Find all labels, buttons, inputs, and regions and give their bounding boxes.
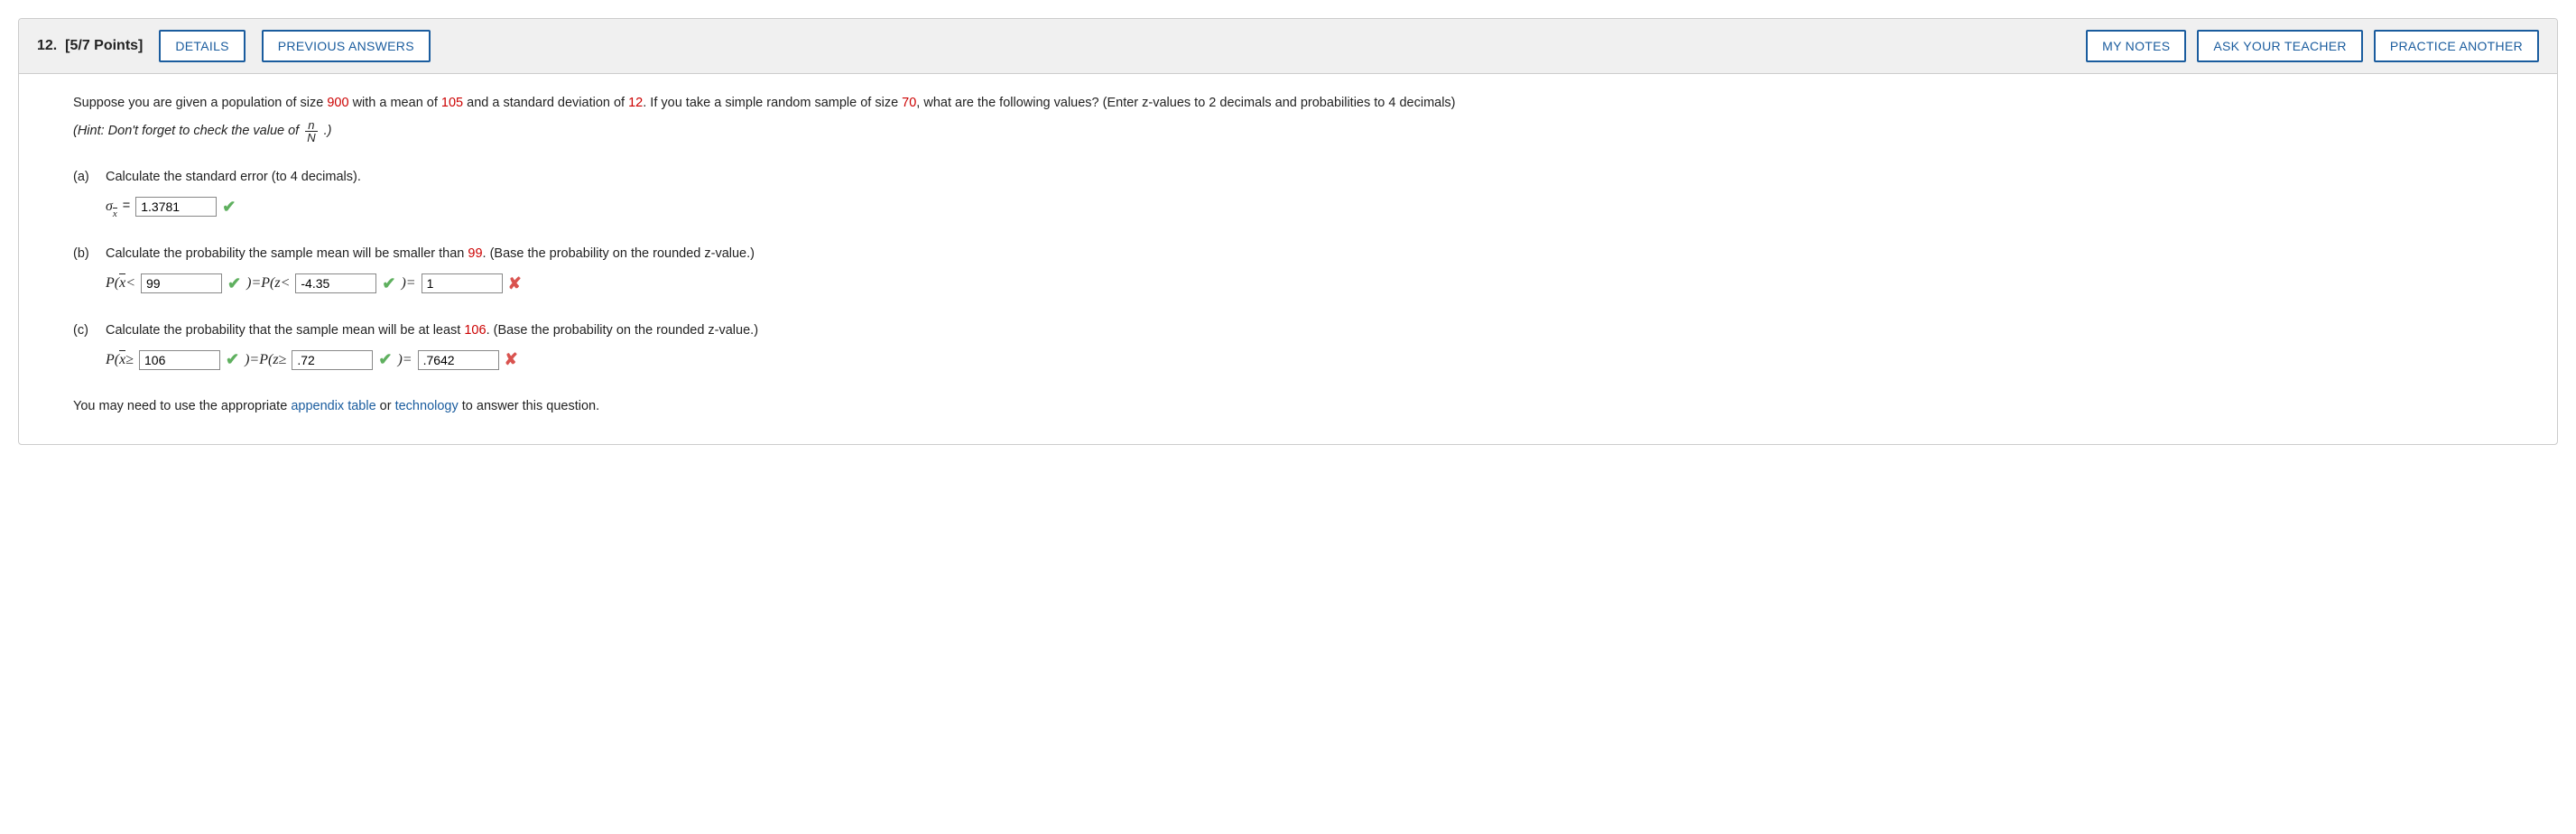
check-icon: ✔ [382,272,395,296]
check-icon: ✔ [226,348,239,372]
part-b-input-1[interactable] [141,273,222,293]
part-c-q-pre: Calculate the probability that the sampl… [106,323,464,338]
part-c-mid1: )=P(z≥ [245,349,286,371]
details-button[interactable]: DETAILS [159,30,245,62]
question-number: 12. [5/7 Points] [37,38,143,54]
footer-pre: You may need to use the appropriate [73,399,291,413]
part-c-q-post: . (Base the probability on the rounded z… [486,323,758,338]
part-a-input[interactable] [135,197,217,217]
intro-sd: 12 [628,96,643,110]
part-c-input-3[interactable] [418,350,499,370]
part-a-answer-row: σx = ✔ [106,195,2503,219]
part-b-mid2: )= [401,273,415,294]
part-a: (a) Calculate the standard error (to 4 d… [73,168,2503,219]
part-c-input-2[interactable] [292,350,373,370]
appendix-table-link[interactable]: appendix table [291,399,375,413]
part-a-question: Calculate the standard error (to 4 decim… [106,168,2503,188]
intro-post: , what are the following values? (Enter … [916,96,1455,110]
part-a-eq: = [123,197,130,217]
hint-fraction-den: N [304,132,318,144]
question-container: 12. [5/7 Points] DETAILS PREVIOUS ANSWER… [18,18,2558,445]
my-notes-button[interactable]: MY NOTES [2086,30,2186,62]
intro-text: Suppose you are given a population of si… [73,94,2503,114]
intro-sample-size: 70 [902,96,916,110]
question-number-text: 12. [37,38,57,53]
practice-another-button[interactable]: PRACTICE ANOTHER [2374,30,2539,62]
footer-post: to answer this question. [459,399,599,413]
part-b-q-pre: Calculate the probability the sample mea… [106,246,468,261]
check-icon: ✔ [227,272,241,296]
intro-mid2: and a standard deviation of [463,96,628,110]
cross-icon: ✘ [505,348,518,372]
footer-note: You may need to use the appropriate appe… [73,397,2503,417]
check-icon: ✔ [378,348,392,372]
hint-fraction-num: n [305,119,317,133]
technology-link[interactable]: technology [395,399,459,413]
hint-text: (Hint: Don't forget to check the value o… [73,119,2503,144]
intro-pre1: Suppose you are given a population of si… [73,96,327,110]
part-b-question: Calculate the probability the sample mea… [106,245,2503,264]
hint-fraction: n N [304,119,318,144]
part-b-input-3[interactable] [422,273,503,293]
part-b-pxbar: P(x< [106,273,135,294]
part-c-label: (c) [73,321,93,373]
part-b-input-2[interactable] [295,273,376,293]
part-c-q-val: 106 [464,323,486,338]
cross-icon: ✘ [508,272,522,296]
part-b-q-val: 99 [468,246,482,261]
ask-teacher-button[interactable]: ASK YOUR TEACHER [2197,30,2362,62]
question-header: 12. [5/7 Points] DETAILS PREVIOUS ANSWER… [19,19,2557,74]
part-b: (b) Calculate the probability the sample… [73,245,2503,296]
question-points: [5/7 Points] [65,38,143,53]
intro-pop-size: 900 [327,96,348,110]
sigma-xbar-sub: x [113,207,117,222]
part-c-mid2: )= [397,349,412,371]
part-c-question: Calculate the probability that the sampl… [106,321,2503,341]
part-b-answer-row: P(x< ✔ )=P(z< ✔ )= ✘ [106,272,2503,296]
header-right: MY NOTES ASK YOUR TEACHER PRACTICE ANOTH… [2086,30,2539,62]
check-icon: ✔ [222,195,236,219]
hint-pre: (Hint: Don't forget to check the value o… [73,122,299,142]
part-c-pxbar: P(x≥ [106,349,134,371]
intro-mid1: with a mean of [349,96,441,110]
part-c: (c) Calculate the probability that the s… [73,321,2503,373]
part-b-mid1: )=P(z< [246,273,290,294]
question-body: Suppose you are given a population of si… [19,74,2557,444]
header-left: 12. [5/7 Points] DETAILS PREVIOUS ANSWER… [37,30,431,62]
part-b-label: (b) [73,245,93,296]
footer-mid: or [376,399,395,413]
intro-mean: 105 [441,96,463,110]
intro-mid3: . If you take a simple random sample of … [643,96,902,110]
sigma-xbar-symbol: σx [106,196,117,218]
previous-answers-button[interactable]: PREVIOUS ANSWERS [262,30,431,62]
part-b-q-post: . (Base the probability on the rounded z… [483,246,755,261]
hint-post: .) [324,122,332,142]
part-a-label: (a) [73,168,93,219]
part-c-answer-row: P(x≥ ✔ )=P(z≥ ✔ )= ✘ [106,348,2503,372]
part-c-input-1[interactable] [139,350,220,370]
